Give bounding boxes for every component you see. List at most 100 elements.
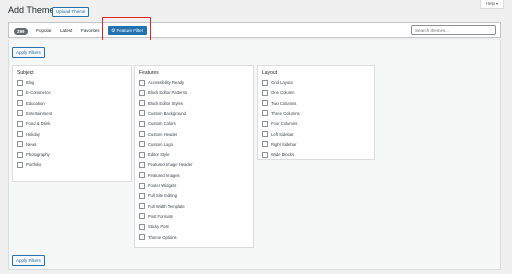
- checkbox[interactable]: [17, 79, 23, 86]
- layout-fieldset: Layout Grid Layout One Column Two Columns T…: [257, 65, 375, 160]
- subject-title: Subject: [17, 70, 34, 76]
- filter-option[interactable]: Featured Images: [139, 172, 180, 179]
- filter-option[interactable]: Theme Options: [139, 234, 177, 241]
- filter-option[interactable]: Two Columns: [262, 100, 297, 107]
- filter-option-label: Four Columns: [271, 121, 298, 127]
- apply-filters-button-top[interactable]: Apply Filters: [12, 47, 45, 58]
- filter-option[interactable]: Photography: [17, 151, 50, 158]
- checkbox[interactable]: [17, 151, 23, 158]
- filter-option-label: Left Sidebar: [271, 131, 294, 137]
- filter-option-label: Featured Image Header: [148, 162, 193, 168]
- filter-option[interactable]: Left Sidebar: [262, 131, 294, 138]
- filter-option[interactable]: Block Editor Patterns: [139, 89, 187, 96]
- filter-option-label: E-Commerce: [26, 90, 51, 96]
- filter-option[interactable]: Custom Colors: [139, 120, 176, 127]
- filter-option-label: News: [26, 141, 37, 147]
- filter-option[interactable]: Custom Header: [139, 131, 178, 138]
- checkbox[interactable]: [17, 161, 23, 168]
- filter-option-label: Three Columns: [271, 110, 300, 116]
- checkbox[interactable]: [262, 120, 268, 127]
- filter-option[interactable]: Three Columns: [262, 110, 300, 117]
- filter-option[interactable]: Grid Layout: [262, 79, 293, 86]
- filter-option-label: Food & Drink: [26, 121, 51, 127]
- filter-option-label: Post Formats: [148, 213, 173, 219]
- filter-option[interactable]: E-Commerce: [17, 89, 51, 96]
- features-fieldset: Features Accessibility Ready Block Editor…: [134, 65, 254, 248]
- filter-option-label: Holiday: [26, 131, 40, 137]
- filter-option[interactable]: Right Sidebar: [262, 141, 296, 148]
- filter-option[interactable]: Portfolio: [17, 161, 42, 168]
- filter-option[interactable]: Editor Style: [139, 151, 170, 158]
- checkbox[interactable]: [262, 151, 268, 158]
- filter-option[interactable]: Featured Image Header: [139, 161, 193, 168]
- checkbox[interactable]: [262, 79, 268, 86]
- filter-option-label: Two Columns: [271, 100, 297, 106]
- filter-option[interactable]: Accessibility Ready: [139, 79, 184, 86]
- filter-option-label: Grid Layout: [271, 80, 293, 85]
- checkbox[interactable]: [17, 110, 23, 117]
- theme-count-badge: 299: [14, 27, 28, 35]
- checkbox[interactable]: [139, 131, 145, 137]
- checkbox[interactable]: [139, 234, 145, 240]
- filter-option[interactable]: Four Columns: [262, 120, 298, 127]
- filter-option-label: Custom Background: [148, 110, 186, 116]
- filter-option[interactable]: Education: [17, 100, 45, 107]
- checkbox[interactable]: [139, 141, 145, 148]
- filter-option-label: Block Editor Styles: [148, 100, 183, 106]
- checkbox[interactable]: [17, 131, 23, 137]
- filter-option-label: Editor Style: [148, 152, 170, 158]
- checkbox[interactable]: [139, 79, 145, 86]
- checkbox[interactable]: [139, 89, 145, 96]
- filter-option-label: Sticky Post: [148, 224, 169, 230]
- filter-option[interactable]: Full Width Template: [139, 203, 185, 210]
- checkbox[interactable]: [139, 223, 145, 230]
- checkbox[interactable]: [139, 192, 145, 199]
- help-tab[interactable]: Help▾: [479, 0, 504, 9]
- apply-filters-button-bottom[interactable]: Apply Filters: [12, 255, 45, 266]
- search-themes-input[interactable]: [411, 25, 496, 35]
- filter-option[interactable]: Holiday: [17, 131, 40, 138]
- highlight-annotation: [102, 17, 151, 41]
- checkbox[interactable]: [139, 120, 145, 127]
- checkbox[interactable]: [262, 141, 268, 148]
- filter-option[interactable]: Sticky Post: [139, 223, 169, 230]
- filter-option-label: Portfolio: [26, 162, 42, 168]
- filter-option-label: Custom Header: [148, 131, 178, 137]
- filter-option-label: Featured Images: [148, 172, 180, 178]
- filter-option[interactable]: Custom Background: [139, 110, 186, 117]
- filter-option[interactable]: Full Site Editing: [139, 192, 177, 199]
- checkbox[interactable]: [139, 161, 145, 168]
- filter-option[interactable]: Custom Logo: [139, 141, 173, 148]
- filter-option[interactable]: News: [17, 141, 37, 148]
- filter-option[interactable]: Wide Blocks: [262, 151, 294, 158]
- tab-favorites[interactable]: Favorites: [81, 28, 100, 34]
- checkbox[interactable]: [139, 151, 145, 158]
- checkbox[interactable]: [262, 89, 268, 96]
- tab-popular[interactable]: Popular: [36, 28, 52, 34]
- filter-option[interactable]: Blog: [17, 79, 34, 86]
- checkbox[interactable]: [262, 131, 268, 137]
- checkbox[interactable]: [17, 120, 23, 127]
- filter-option[interactable]: Post Formats: [139, 213, 173, 220]
- checkbox[interactable]: [139, 213, 145, 220]
- help-label: Help: [485, 1, 495, 6]
- filter-option-label: Custom Logo: [148, 141, 173, 147]
- filter-option[interactable]: Footer Widgets: [139, 182, 176, 189]
- filter-option-label: One Column: [271, 90, 295, 96]
- checkbox[interactable]: [139, 110, 145, 117]
- checkbox[interactable]: [139, 203, 145, 210]
- checkbox[interactable]: [139, 100, 145, 107]
- checkbox[interactable]: [139, 182, 145, 189]
- checkbox[interactable]: [17, 89, 23, 96]
- upload-theme-button[interactable]: Upload Theme: [52, 7, 90, 17]
- checkbox[interactable]: [139, 172, 145, 179]
- checkbox[interactable]: [262, 100, 268, 107]
- filter-option[interactable]: Block Editor Styles: [139, 100, 183, 107]
- filter-option[interactable]: Food & Drink: [17, 120, 51, 127]
- checkbox[interactable]: [17, 141, 23, 148]
- filter-option[interactable]: Entertainment: [17, 110, 52, 117]
- checkbox[interactable]: [17, 100, 23, 107]
- filter-option[interactable]: One Column: [262, 89, 295, 96]
- tab-latest[interactable]: Latest: [60, 28, 72, 34]
- checkbox[interactable]: [262, 110, 268, 117]
